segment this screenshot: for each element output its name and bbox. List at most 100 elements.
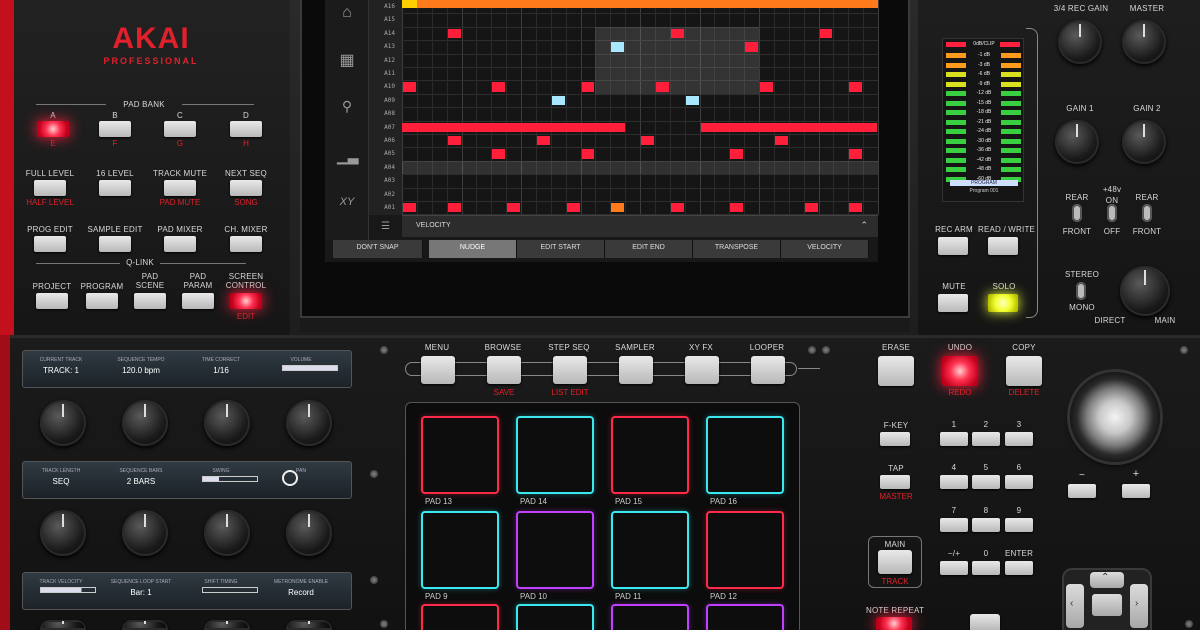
note-cell[interactable]: [774, 136, 788, 146]
note-cell[interactable]: [849, 203, 863, 213]
note-cell[interactable]: [730, 149, 744, 159]
drum-pad[interactable]: [421, 604, 499, 630]
note-bar-selected[interactable]: [402, 0, 417, 8]
numpad-key[interactable]: [1005, 518, 1033, 532]
note-cell[interactable]: [670, 203, 684, 213]
note-cell[interactable]: [655, 82, 669, 92]
numpad-key[interactable]: [972, 432, 1000, 446]
touch-screen[interactable]: ⌂ ▦ ⚲ ▁▃ XY ☰ VELOCITY ⌃ DON'T SNAP NUDGE…: [325, 0, 879, 262]
qlink-knob[interactable]: [286, 620, 332, 630]
erase-button[interactable]: [878, 356, 914, 386]
data-wheel[interactable]: [1070, 372, 1160, 462]
pad-bank-b-button[interactable]: [99, 121, 131, 137]
fkey-button[interactable]: [880, 432, 910, 446]
numpad-key[interactable]: [940, 475, 968, 489]
note-cell[interactable]: [492, 149, 506, 159]
note-cell[interactable]: [611, 42, 625, 52]
note-cell[interactable]: [403, 203, 416, 213]
note-cell[interactable]: [447, 28, 461, 39]
velocity-lane[interactable]: VELOCITY ⌃: [402, 215, 878, 237]
full-level-button[interactable]: [34, 180, 66, 196]
drum-pad[interactable]: [611, 416, 689, 494]
numpad-key[interactable]: [1005, 475, 1033, 489]
project-button[interactable]: [36, 293, 68, 309]
undo-button[interactable]: [942, 356, 978, 386]
note-cell[interactable]: [760, 82, 773, 92]
note-cell[interactable]: [849, 82, 863, 92]
note-cell[interactable]: [492, 82, 506, 92]
next-seq-button[interactable]: [230, 180, 262, 196]
tab-don-t-snap[interactable]: DON'T SNAP: [333, 240, 423, 258]
note-cell[interactable]: [566, 203, 580, 213]
step-seq-button[interactable]: [553, 356, 587, 384]
ch-mixer-button[interactable]: [230, 236, 262, 252]
pad-scene-button[interactable]: [134, 293, 166, 309]
tab-edit-start[interactable]: EDIT START: [517, 240, 605, 258]
browse-button[interactable]: [487, 356, 521, 384]
xy-icon[interactable]: XY: [337, 196, 357, 216]
input-switch[interactable]: [1072, 204, 1082, 222]
pad-param-button[interactable]: [182, 293, 214, 309]
note-cell[interactable]: [819, 28, 833, 39]
numpad-key[interactable]: [972, 518, 1000, 532]
note-cell[interactable]: [581, 149, 595, 159]
bars-icon[interactable]: ▁▃: [337, 148, 359, 168]
note-bar[interactable]: [416, 0, 878, 8]
qlink-knob[interactable]: [40, 510, 86, 556]
drum-pad[interactable]: [421, 416, 499, 494]
tab-velocity[interactable]: VELOCITY: [781, 240, 869, 258]
drum-pad[interactable]: [706, 511, 784, 589]
qlink-knob[interactable]: [204, 620, 250, 630]
read-write-button[interactable]: [988, 237, 1018, 255]
solo-button[interactable]: [988, 294, 1018, 312]
drum-pad[interactable]: [611, 604, 689, 630]
program-button[interactable]: [86, 293, 118, 309]
drum-pad[interactable]: [516, 604, 594, 630]
plus-button[interactable]: [1122, 484, 1150, 498]
qlink-knob[interactable]: [122, 510, 168, 556]
note-cell[interactable]: [700, 122, 877, 132]
note-bar[interactable]: [402, 122, 626, 132]
menu-button[interactable]: [421, 356, 455, 384]
pad-bank-d-button[interactable]: [230, 121, 262, 137]
drum-pad[interactable]: [421, 511, 499, 589]
numpad-key[interactable]: [1005, 561, 1033, 575]
tab-transpose[interactable]: TRANSPOSE: [693, 240, 781, 258]
note-cell[interactable]: [447, 136, 461, 146]
arrow-right-button[interactable]: [1130, 584, 1148, 628]
16-level-button[interactable]: [99, 180, 131, 196]
note-cell[interactable]: [536, 136, 550, 146]
note-cell[interactable]: [804, 203, 818, 213]
rec-arm-button[interactable]: [938, 237, 968, 255]
numpad-key[interactable]: [972, 475, 1000, 489]
note-cell[interactable]: [507, 203, 520, 213]
tab-edit-end[interactable]: EDIT END: [605, 240, 693, 258]
drum-pad[interactable]: [706, 604, 784, 630]
grid-icon[interactable]: ▦: [337, 50, 357, 70]
note-cell[interactable]: [581, 82, 595, 92]
qlink-knob[interactable]: [40, 400, 86, 446]
prog-edit-button[interactable]: [34, 236, 66, 252]
note-cell[interactable]: [685, 95, 699, 106]
chevron-up-icon[interactable]: ⌃: [860, 220, 868, 231]
note-cell[interactable]: [849, 149, 863, 159]
mix-knob[interactable]: [1120, 266, 1170, 316]
sample-edit-button[interactable]: [99, 236, 131, 252]
list-icon[interactable]: ☰: [381, 221, 395, 235]
note-cell[interactable]: [670, 28, 684, 39]
pad-mixer-button[interactable]: [164, 236, 196, 252]
copy-button[interactable]: [1006, 356, 1042, 386]
qlink-knob[interactable]: [40, 620, 86, 630]
arrow-left-button[interactable]: [1066, 584, 1084, 628]
qlink-knob[interactable]: [286, 510, 332, 556]
rec-gain-knob[interactable]: [1058, 20, 1102, 64]
track-mute-button[interactable]: [164, 180, 196, 196]
input-switch[interactable]: [1107, 204, 1117, 222]
search-icon[interactable]: ⚲: [337, 98, 357, 118]
numpad-key[interactable]: [940, 518, 968, 532]
tab-nudge[interactable]: NUDGE: [429, 240, 517, 258]
arrow-center-button[interactable]: [1092, 594, 1122, 616]
input-switch[interactable]: [1142, 204, 1152, 222]
qlink-knob[interactable]: [204, 400, 250, 446]
master-knob[interactable]: [1122, 20, 1166, 64]
